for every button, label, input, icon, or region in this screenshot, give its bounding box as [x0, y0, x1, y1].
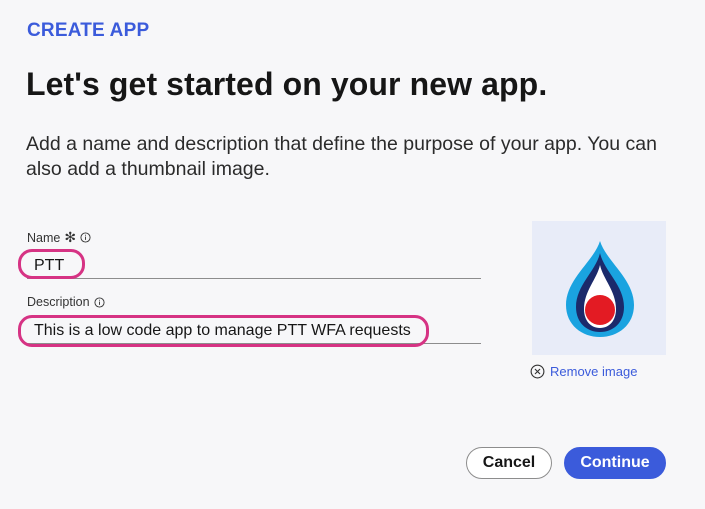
info-icon[interactable]: [80, 232, 91, 243]
app-logo: [566, 241, 634, 337]
thumbnail-preview[interactable]: [532, 221, 666, 355]
name-label-row: Name ✻: [27, 229, 91, 246]
remove-image-link[interactable]: Remove image: [530, 364, 637, 379]
info-icon[interactable]: [93, 296, 105, 308]
name-field: [27, 254, 481, 279]
page-subtitle: Add a name and description that define t…: [26, 133, 657, 180]
name-label: Name: [27, 230, 61, 245]
eyebrow-label: CREATE APP: [27, 20, 150, 41]
close-circle-icon: [530, 364, 545, 379]
continue-button[interactable]: Continue: [564, 447, 666, 479]
cancel-button[interactable]: Cancel: [466, 447, 552, 479]
page-title: Let's get started on your new app.: [26, 66, 548, 102]
description-label-row: Description: [27, 295, 105, 309]
required-marker: ✻: [64, 229, 77, 245]
description-field: [27, 319, 481, 344]
remove-image-label: Remove image: [550, 364, 638, 379]
description-input[interactable]: [27, 319, 474, 343]
description-label: Description: [27, 295, 90, 309]
name-input[interactable]: [27, 254, 474, 278]
